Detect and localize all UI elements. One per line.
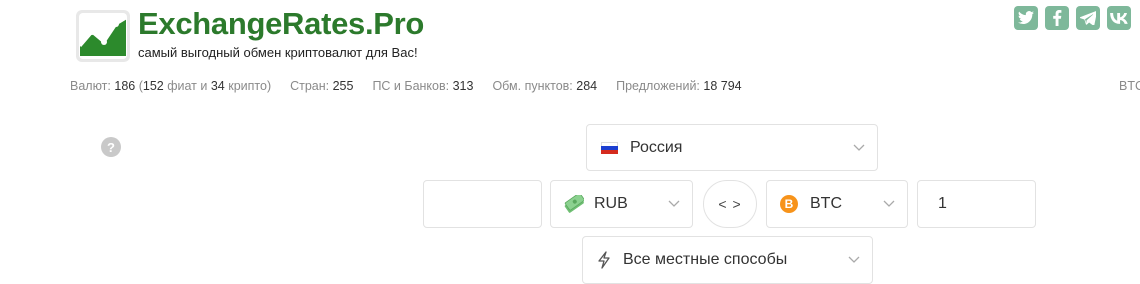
points-label: Обм. пунктов: [492, 79, 573, 93]
cash-icon [564, 195, 584, 213]
amount-from-input[interactable] [423, 180, 542, 228]
currency-to-select[interactable]: B BTC [766, 180, 908, 228]
banks-label: ПС и Банков: [372, 79, 450, 93]
chevron-down-icon [853, 144, 865, 151]
fiat-value: 152 [142, 79, 164, 93]
points-value: 284 [576, 79, 598, 93]
currencies-label: Валют: [70, 79, 111, 93]
crypto-value: 34 [210, 79, 225, 93]
vk-icon[interactable] [1107, 6, 1131, 30]
currency-from-select[interactable]: RUB [550, 180, 693, 228]
svg-text:B: B [785, 197, 794, 211]
country-value: Россия [630, 138, 683, 156]
crypto-label: крипто) [228, 79, 272, 93]
lightning-icon [598, 251, 610, 269]
tagline: самый выгодный обмен криптовалют для Вас… [138, 45, 418, 60]
chevron-down-icon [883, 200, 895, 207]
help-icon[interactable]: ? [101, 137, 121, 157]
brand-name[interactable]: ExchangeRates.Pro [138, 6, 424, 42]
chevron-down-icon [848, 256, 860, 263]
currencies-value: 186 [114, 79, 136, 93]
bitcoin-icon: B [780, 195, 798, 213]
telegram-icon[interactable] [1076, 6, 1100, 30]
countries-label: Стран: [290, 79, 330, 93]
facebook-icon[interactable] [1045, 6, 1069, 30]
payment-method-select[interactable]: Все местные способы [582, 236, 873, 284]
russia-flag-icon [601, 141, 618, 154]
site-logo[interactable] [76, 10, 130, 62]
fiat-label: фиат и [167, 79, 208, 93]
ticker-btc[interactable]: BTC [1119, 79, 1140, 93]
banks-value: 313 [452, 79, 474, 93]
offers-value: 18 794 [703, 79, 742, 93]
swap-button[interactable]: < > [703, 180, 757, 228]
site-stats: Валют: 186 (152 фиат и 34 крипто) Стран:… [70, 79, 742, 93]
offers-label: Предложений: [616, 79, 700, 93]
twitter-icon[interactable] [1014, 6, 1038, 30]
amount-to-value: 1 [938, 195, 947, 212]
currency-from-value: RUB [594, 195, 628, 212]
currency-to-value: BTC [810, 195, 842, 212]
payment-method-value: Все местные способы [623, 251, 788, 268]
social-links [1014, 6, 1131, 30]
countries-value: 255 [332, 79, 354, 93]
amount-to-input[interactable]: 1 [917, 180, 1036, 228]
country-select[interactable]: Россия [586, 124, 878, 171]
chevron-down-icon [668, 200, 680, 207]
